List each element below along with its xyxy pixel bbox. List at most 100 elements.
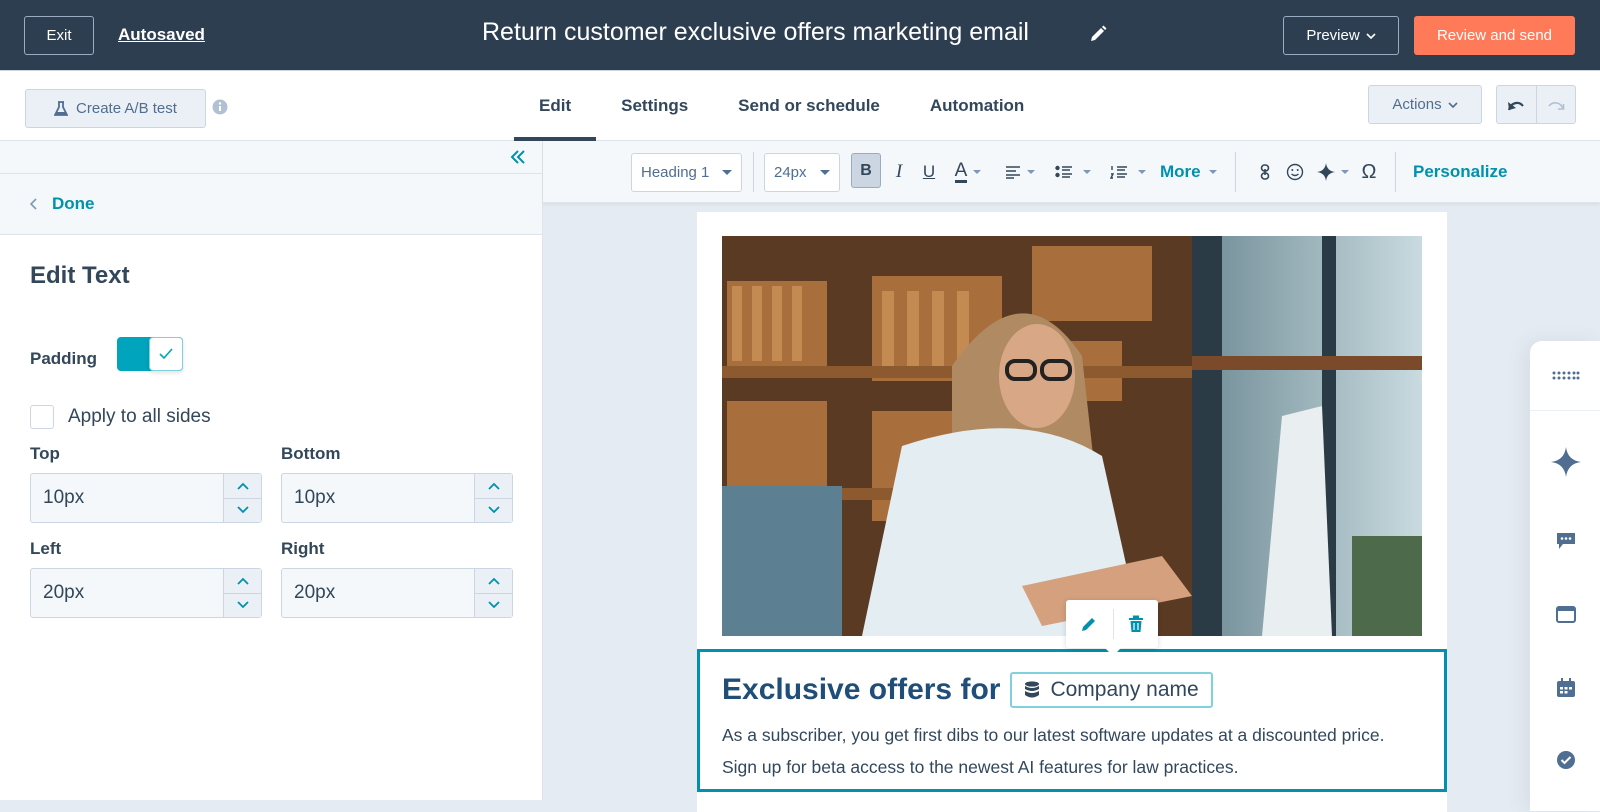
chevron-down-icon: [236, 601, 249, 609]
email-body-text[interactable]: As a subscriber, you get first dibs to o…: [722, 719, 1422, 783]
padding-bottom-stepper: 10px: [281, 473, 513, 523]
tab-bar: Create A/B test Edit Settings Send or sc…: [0, 70, 1600, 141]
text-color-glyph: A: [954, 159, 968, 183]
info-icon[interactable]: [212, 99, 228, 115]
padding-toggle[interactable]: [117, 337, 183, 371]
dock-calendar-button[interactable]: [1530, 677, 1600, 699]
chevron-down-icon: [487, 601, 500, 609]
email-headline[interactable]: Exclusive offers for Company name: [722, 672, 1213, 708]
emoji-icon: [1286, 163, 1304, 181]
headline-text: Exclusive offers for: [722, 673, 1001, 706]
caret-down-icon: [820, 170, 830, 175]
padding-left-field: Left 20px: [30, 539, 262, 618]
tab-send-or-schedule[interactable]: Send or schedule: [713, 71, 905, 141]
align-button[interactable]: [1003, 157, 1037, 187]
apply-all-sides-row: Apply to all sides: [30, 405, 211, 429]
toolbar-divider: [1235, 152, 1236, 192]
padding-top-input[interactable]: 10px: [31, 474, 223, 522]
font-size-value: 24px: [774, 164, 807, 181]
ai-assistant-button[interactable]: [1315, 157, 1351, 187]
actions-button[interactable]: Actions: [1368, 85, 1482, 124]
dock-browser-button[interactable]: [1530, 605, 1600, 625]
tab-edit[interactable]: Edit: [514, 71, 597, 141]
text-style-select[interactable]: Heading 1: [631, 153, 742, 192]
dock-verified-button[interactable]: [1530, 749, 1600, 771]
emoji-button[interactable]: [1283, 157, 1307, 187]
toolbar-divider: [1395, 152, 1396, 192]
block-actions-popover: [1066, 600, 1158, 656]
bulleted-list-button[interactable]: [1053, 157, 1093, 187]
chevron-down-icon: [487, 506, 500, 514]
dock-chat-button[interactable]: [1530, 531, 1600, 551]
chevron-up-icon: [236, 577, 249, 585]
collapse-panel-icon[interactable]: [508, 147, 528, 167]
font-size-select[interactable]: 24px: [764, 153, 840, 192]
sparkle-icon: [1317, 163, 1335, 181]
redo-button[interactable]: [1537, 86, 1576, 123]
preview-button[interactable]: Preview: [1283, 16, 1399, 55]
bold-button[interactable]: B: [851, 153, 881, 188]
padding-left-input[interactable]: 20px: [31, 569, 223, 617]
autosaved-link[interactable]: Autosaved: [118, 25, 205, 45]
decrement-button[interactable]: [224, 499, 261, 523]
email-canvas: Exclusive offers for Company name As a s…: [697, 212, 1447, 812]
decrement-button[interactable]: [224, 594, 261, 618]
padding-bottom-field: Bottom 10px: [281, 444, 513, 523]
apply-all-sides-label[interactable]: Apply to all sides: [68, 406, 211, 428]
create-ab-test-label: Create A/B test: [76, 100, 177, 117]
link-icon: [1260, 164, 1270, 180]
chevron-up-icon: [487, 482, 500, 490]
edit-text-panel: Done Edit Text Padding Apply to all side…: [0, 141, 543, 800]
dock-grid-button[interactable]: [1530, 341, 1600, 411]
caret-down-icon: [1083, 170, 1091, 174]
tab-settings[interactable]: Settings: [596, 71, 713, 141]
numbered-list-button[interactable]: [1108, 157, 1148, 187]
verified-icon: [1557, 751, 1575, 769]
right-sidebar-dock: [1530, 341, 1600, 811]
padding-left-stepper: 20px: [30, 568, 262, 618]
personalization-token[interactable]: Company name: [1010, 672, 1213, 708]
trash-icon[interactable]: [1128, 615, 1144, 633]
special-characters-button[interactable]: Ω: [1358, 157, 1380, 187]
grid-icon: [1552, 371, 1580, 379]
review-and-send-button[interactable]: Review and send: [1414, 16, 1575, 55]
chevron-down-icon: [236, 506, 249, 514]
check-icon: [159, 348, 173, 360]
dock-ai-button[interactable]: [1530, 447, 1600, 477]
decrement-button[interactable]: [475, 499, 512, 523]
underline-button[interactable]: U: [918, 157, 940, 187]
padding-top-field: Top 10px: [30, 444, 262, 523]
padding-bottom-input[interactable]: 10px: [282, 474, 474, 522]
italic-button[interactable]: I: [888, 157, 910, 187]
decrement-button[interactable]: [475, 594, 512, 618]
create-ab-test-button[interactable]: Create A/B test: [25, 89, 206, 128]
apply-all-sides-checkbox[interactable]: [30, 405, 54, 429]
edit-title-pencil-icon[interactable]: [1088, 24, 1108, 44]
exit-button[interactable]: Exit: [24, 16, 94, 55]
email-title[interactable]: Return customer exclusive offers marketi…: [482, 18, 1029, 47]
selected-text-block[interactable]: Exclusive offers for Company name As a s…: [697, 649, 1447, 792]
padding-right-input[interactable]: 20px: [282, 569, 474, 617]
text-color-button[interactable]: A: [948, 157, 988, 187]
more-label: More: [1160, 162, 1201, 181]
rich-text-toolbar: Heading 1 24px B I U A More Ω Personaliz…: [543, 141, 1600, 203]
panel-collapse-row: [0, 141, 542, 174]
edit-pencil-icon[interactable]: [1080, 615, 1098, 633]
increment-button[interactable]: [475, 569, 512, 594]
caret-down-icon: [1138, 170, 1146, 174]
hero-image[interactable]: [722, 236, 1422, 636]
tab-automation[interactable]: Automation: [905, 71, 1049, 141]
padding-right-label: Right: [281, 539, 325, 558]
more-menu-button[interactable]: More: [1160, 157, 1217, 187]
done-button[interactable]: Done: [0, 174, 542, 235]
increment-button[interactable]: [475, 474, 512, 499]
increment-button[interactable]: [224, 569, 261, 594]
undo-icon: [1508, 101, 1525, 110]
link-button[interactable]: [1255, 157, 1275, 187]
personalize-button[interactable]: Personalize: [1413, 157, 1508, 187]
padding-top-label: Top: [30, 444, 60, 463]
bulleted-list-icon: [1055, 165, 1072, 178]
toggle-knob: [149, 337, 183, 371]
undo-button[interactable]: [1497, 86, 1537, 123]
increment-button[interactable]: [224, 474, 261, 499]
